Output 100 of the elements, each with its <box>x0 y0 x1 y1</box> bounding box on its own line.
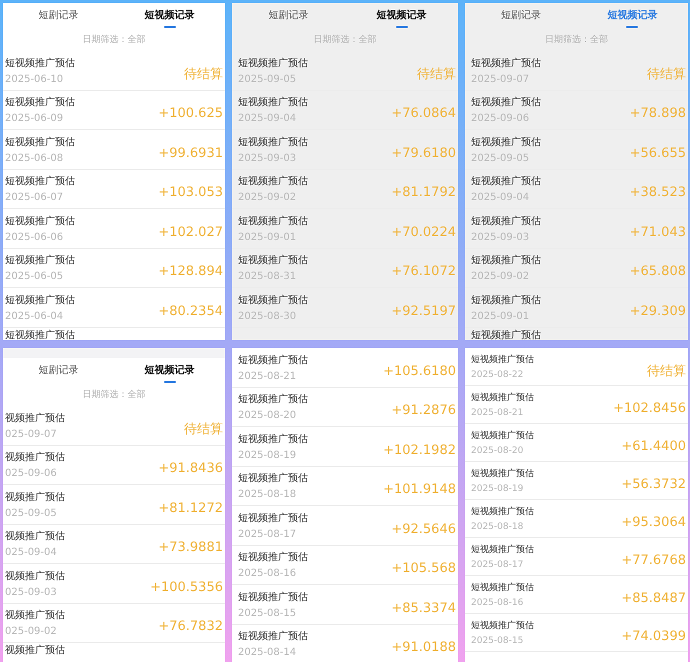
record-amount: +102.027 <box>158 224 223 240</box>
record-date: 2025-08-15 <box>471 636 524 646</box>
record-date: 2025-08-20 <box>238 410 298 422</box>
record-date: 025-09-04 <box>5 547 58 558</box>
record-amount: +76.1072 <box>391 264 456 280</box>
record-amount: +70.0224 <box>391 224 456 240</box>
record-title: 短视频推广预估 <box>471 468 534 480</box>
record-title: 视频推广预估 <box>5 608 65 622</box>
record-amount: +65.808 <box>630 264 686 280</box>
tab[interactable]: 短视频记录 <box>345 3 458 33</box>
record-title: 短视频推广预估 <box>5 328 75 340</box>
record-date: 2025-08-18 <box>471 522 524 532</box>
record-title: 短视频推广预估 <box>471 392 534 404</box>
record-date: 2025-08-18 <box>238 489 298 500</box>
record-date: 025-09-06 <box>5 468 58 480</box>
record-amount: +100.625 <box>158 106 223 122</box>
record-title: 视频推广预估 <box>5 450 65 464</box>
record-amount: +74.0399 <box>621 629 686 644</box>
record-title: 短视频推广预估 <box>5 214 75 228</box>
record-date: 2025-08-17 <box>238 528 298 540</box>
record-title: 短视频推广预估 <box>238 472 308 486</box>
record-title: 短视频推广预估 <box>238 174 308 188</box>
record-title: 短视频推广预估 <box>238 136 308 149</box>
record-date: 2025-08-20 <box>471 446 524 456</box>
record-date: 025-09-07 <box>5 428 58 440</box>
record-amount: +128.894 <box>158 264 223 280</box>
record-title: 视频推广预估 <box>5 570 65 583</box>
record-date: 2025-06-10 <box>5 74 64 85</box>
record-amount: +101.9148 <box>383 482 456 498</box>
record-title: 短视频推广预估 <box>238 96 308 110</box>
record-date: 2025-08-19 <box>471 484 524 494</box>
record-date: 2025-08-21 <box>238 370 298 382</box>
record-title: 短视频推广预估 <box>238 254 308 268</box>
record-title: 短视频推广预估 <box>471 214 541 228</box>
record-amount: +103.053 <box>158 185 223 200</box>
record-amount: +81.1792 <box>391 185 456 200</box>
record-amount: +85.8487 <box>621 591 686 606</box>
tab[interactable]: 短视频记录 <box>576 3 688 33</box>
record-title: 短视频推广预估 <box>238 550 308 564</box>
record-title: 视频推广预估 <box>5 530 65 544</box>
record-title: 短视频推广预估 <box>238 630 308 644</box>
record-amount: +91.8436 <box>158 461 223 476</box>
record-title: 短视频推广预估 <box>471 136 541 149</box>
record-title: 短视频推广预估 <box>238 392 308 406</box>
record-amount: +91.0188 <box>391 640 456 656</box>
record-amount: +80.2354 <box>158 304 223 319</box>
record-title: 短视频推广预估 <box>471 544 534 556</box>
record-title: 短视频推广预估 <box>238 590 308 604</box>
record-title: 短视频推广预估 <box>471 328 541 340</box>
record-amount: +78.898 <box>630 106 686 122</box>
record-amount: +95.3064 <box>621 515 686 530</box>
record-title: 短视频推广预估 <box>471 254 541 268</box>
record-amount: +91.2876 <box>391 403 456 418</box>
record-amount: +71.043 <box>630 224 686 240</box>
record-amount: +92.5197 <box>391 304 456 319</box>
record-date: 2025-06-09 <box>5 113 64 124</box>
record-title: 短视频推广预估 <box>471 354 534 366</box>
record-date: 2025-08-19 <box>238 450 298 461</box>
record-date: 2025-08-15 <box>238 608 298 619</box>
record-amount: +100.5356 <box>150 580 223 595</box>
record-title: 短视频推广预估 <box>5 254 75 268</box>
record-date: 2025-06-07 <box>5 192 64 204</box>
record-title: 短视频推广预估 <box>238 354 308 367</box>
record-title: 短视频推广预估 <box>5 96 75 110</box>
record-amount: +61.4400 <box>621 439 686 454</box>
tab[interactable]: 短剧记录 <box>232 3 345 33</box>
record-date: 2025-08-17 <box>471 560 524 570</box>
record-title: 短视频推广预估 <box>471 430 534 442</box>
tab[interactable]: 短视频记录 <box>114 3 225 33</box>
record-amount: +99.6931 <box>158 146 223 161</box>
record-title: 短视频推广预估 <box>471 506 534 518</box>
record-title: 短视频推广预估 <box>471 174 541 188</box>
tab[interactable]: 短剧记录 <box>3 3 114 33</box>
record-date: 025-09-05 <box>5 508 58 519</box>
record-amount: 待结算 <box>417 66 456 84</box>
record-amount: +38.523 <box>630 185 686 200</box>
record-date: 025-09-03 <box>5 586 58 598</box>
record-amount: +77.6768 <box>621 553 686 568</box>
record-date: 2025-08-22 <box>471 370 524 380</box>
record-date: 2025-06-08 <box>5 152 64 164</box>
record-date: 2025-06-06 <box>5 232 64 243</box>
record-amount: +105.568 <box>391 561 456 576</box>
record-title: 短视频推广预估 <box>471 582 534 594</box>
record-title: 短视频推广预估 <box>238 512 308 525</box>
record-date: 025-09-02 <box>5 626 58 638</box>
record-date: 2025-08-16 <box>238 568 298 580</box>
record-amount: 待结算 <box>184 66 223 84</box>
record-date: 2025-08-14 <box>238 647 298 658</box>
record-date: 2025-06-04 <box>5 310 64 322</box>
record-amount: +102.1982 <box>383 442 456 458</box>
record-amount: +29.309 <box>630 304 686 319</box>
record-title: 短视频推广预估 <box>5 136 75 149</box>
record-title: 短视频推广预估 <box>471 56 541 70</box>
record-title: 短视频推广预估 <box>471 620 534 632</box>
record-amount: +76.0864 <box>391 106 456 122</box>
tab[interactable]: 短视频记录 <box>114 358 225 388</box>
record-amount: +76.7832 <box>158 619 223 634</box>
record-title: 视频推广预估 <box>5 490 65 504</box>
tab[interactable]: 短剧记录 <box>3 358 114 388</box>
tab[interactable]: 短剧记录 <box>465 3 576 33</box>
